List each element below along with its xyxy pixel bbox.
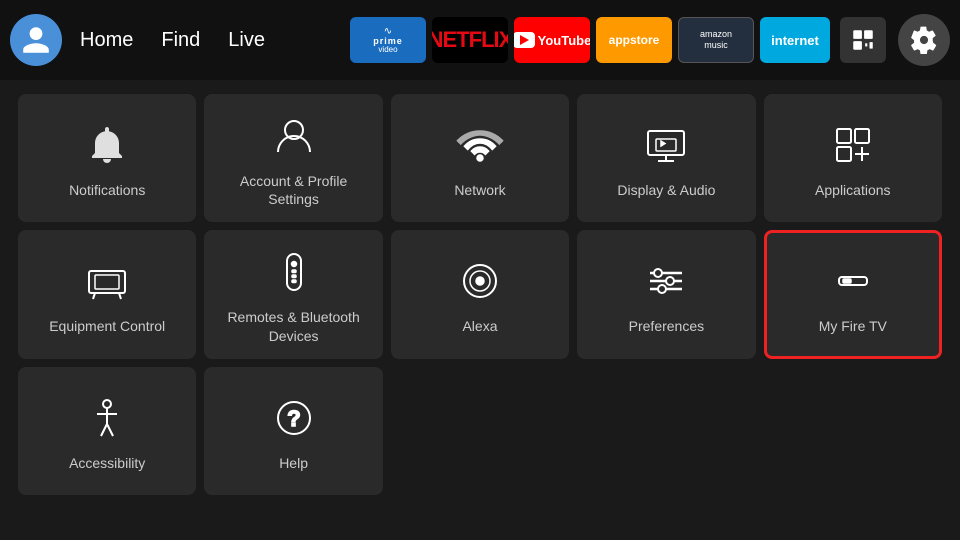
- display-icon: [642, 121, 690, 169]
- remotes-bluetooth-label: Remotes & Bluetooth Devices: [214, 308, 372, 344]
- accessibility-icon: [83, 394, 131, 442]
- tile-network[interactable]: Network: [391, 94, 569, 222]
- svg-text:?: ?: [287, 406, 300, 431]
- my-fire-tv-label: My Fire TV: [819, 317, 887, 335]
- equipment-control-label: Equipment Control: [49, 317, 165, 335]
- wifi-icon: [456, 121, 504, 169]
- avatar[interactable]: [10, 14, 62, 66]
- sliders-icon: [642, 257, 690, 305]
- tile-alexa[interactable]: Alexa: [391, 230, 569, 358]
- settings-grid: Notifications Account & Profile Settings…: [0, 80, 960, 509]
- nav-links: Home Find Live: [80, 29, 265, 52]
- firetv-icon: [829, 257, 877, 305]
- app-internet[interactable]: internet: [760, 17, 830, 63]
- navbar: Home Find Live ∿ prime video NETFLIX You…: [0, 0, 960, 80]
- tv-icon: [83, 257, 131, 305]
- display-audio-label: Display & Audio: [617, 181, 715, 199]
- tile-notifications[interactable]: Notifications: [18, 94, 196, 222]
- tile-accessibility[interactable]: Accessibility: [18, 367, 196, 495]
- applications-label: Applications: [815, 181, 891, 199]
- help-icon: ?: [270, 394, 318, 442]
- nav-find[interactable]: Find: [161, 29, 200, 52]
- tile-my-fire-tv[interactable]: My Fire TV: [764, 230, 942, 358]
- tile-equipment-control[interactable]: Equipment Control: [18, 230, 196, 358]
- app-shortcuts: ∿ prime video NETFLIX YouTube appstore a…: [350, 14, 950, 66]
- notifications-label: Notifications: [69, 181, 145, 199]
- remote-icon: [270, 248, 318, 296]
- nav-live[interactable]: Live: [228, 29, 265, 52]
- tile-account[interactable]: Account & Profile Settings: [204, 94, 382, 222]
- app-amazonmusic[interactable]: amazonmusic: [678, 17, 754, 63]
- nav-home[interactable]: Home: [80, 29, 133, 52]
- help-label: Help: [279, 454, 308, 472]
- app-primevideo[interactable]: ∿ prime video: [350, 17, 426, 63]
- tile-preferences[interactable]: Preferences: [577, 230, 755, 358]
- tile-remotes-bluetooth[interactable]: Remotes & Bluetooth Devices: [204, 230, 382, 358]
- tile-help[interactable]: ? Help: [204, 367, 382, 495]
- alexa-label: Alexa: [462, 317, 497, 335]
- preferences-label: Preferences: [629, 317, 704, 335]
- app-netflix[interactable]: NETFLIX: [432, 17, 508, 63]
- app-appstore[interactable]: appstore: [596, 17, 672, 63]
- network-label: Network: [454, 181, 505, 199]
- accessibility-label: Accessibility: [69, 454, 145, 472]
- app-youtube[interactable]: YouTube: [514, 17, 590, 63]
- alexa-icon: [456, 257, 504, 305]
- tile-applications[interactable]: Applications: [764, 94, 942, 222]
- settings-button[interactable]: [898, 14, 950, 66]
- apps-icon: [829, 121, 877, 169]
- tile-display-audio[interactable]: Display & Audio: [577, 94, 755, 222]
- grid-view-button[interactable]: [840, 17, 886, 63]
- bell-icon: [83, 121, 131, 169]
- person-icon: [270, 112, 318, 160]
- account-label: Account & Profile Settings: [214, 172, 372, 208]
